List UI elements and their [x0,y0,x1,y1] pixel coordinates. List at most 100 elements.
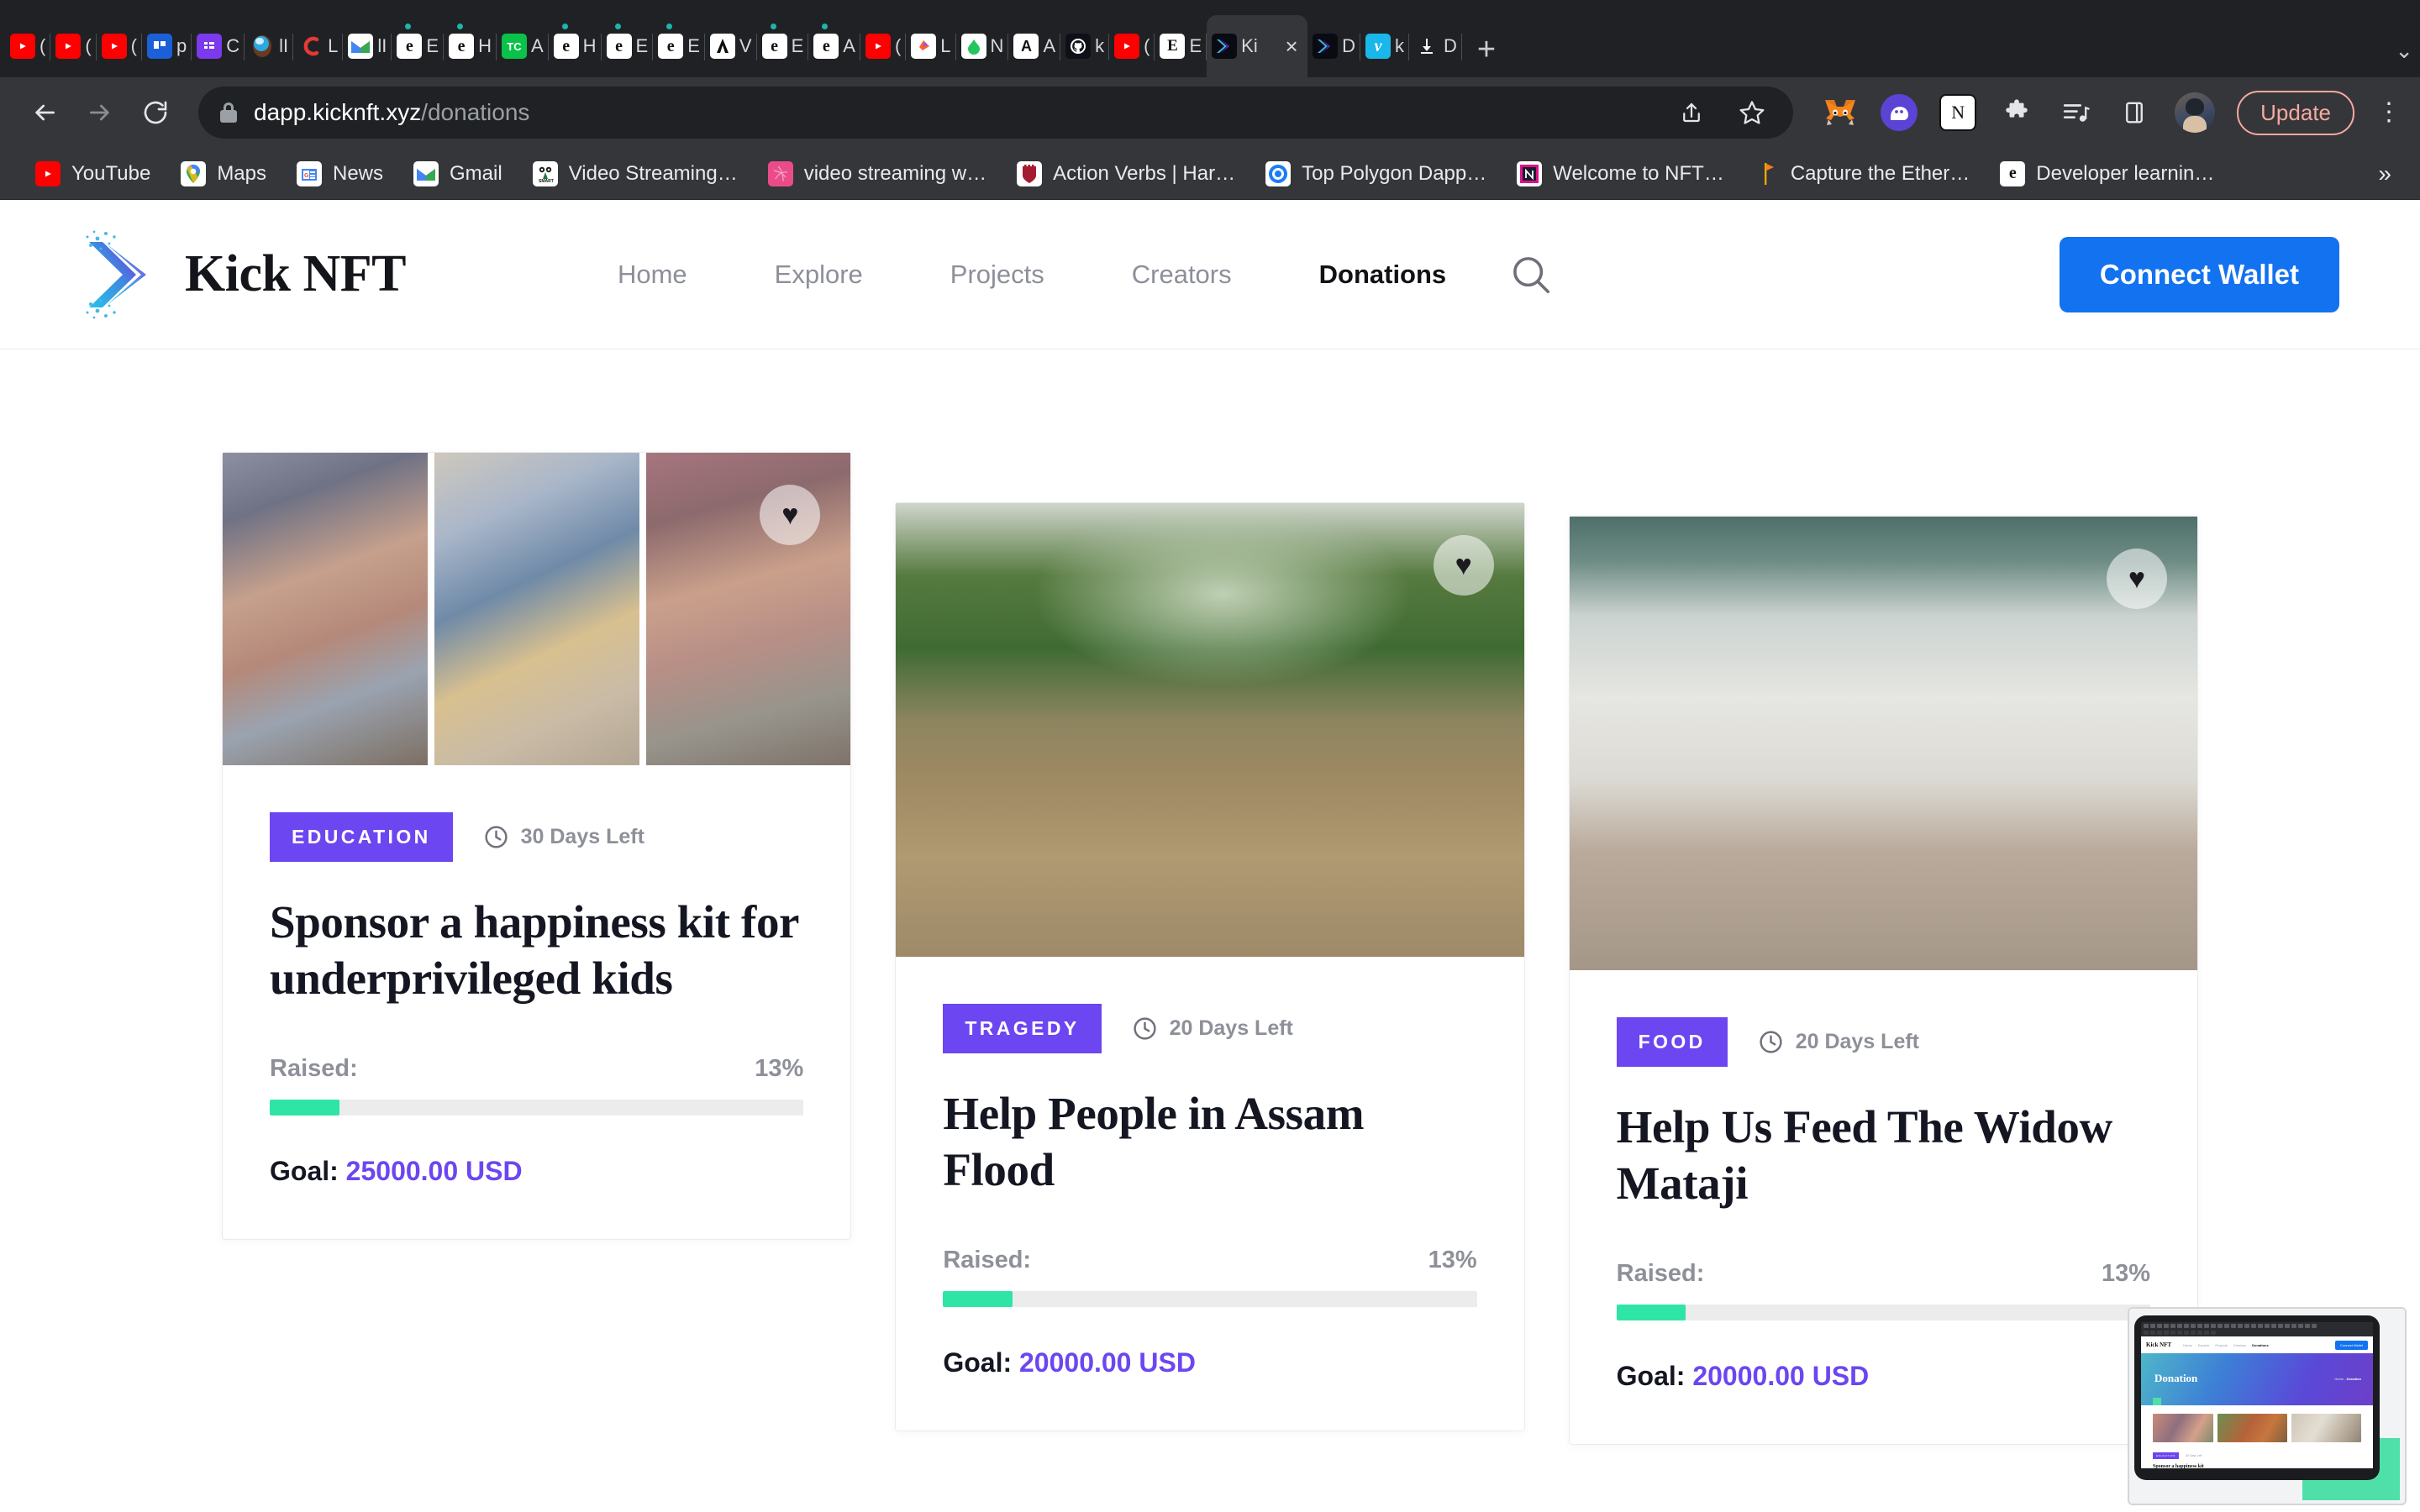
search-icon[interactable] [1508,252,1554,297]
pip-connect-wallet-button: Connect Wallet [2335,1340,2368,1350]
address-bar[interactable]: dapp.kicknft.xyz/donations [198,87,1794,139]
donation-card[interactable]: ♥ EDUCATION 30 Days Left Sponsor a happines… [222,452,852,1241]
site-logo[interactable]: Kick NFT [81,228,406,321]
browser-tab[interactable]: V [705,15,757,77]
bookmark-item[interactable]: Capture the Ether… [1739,161,1985,186]
browser-tab[interactable]: eH [444,15,497,77]
bookmark-item[interactable]: Action Verbs | Har… [1002,160,1250,186]
bookmark-item[interactable]: YouTube [20,160,166,186]
reload-icon[interactable] [129,87,182,139]
category-badge[interactable]: EDUCATION [270,812,453,862]
browser-tab[interactable]: N [956,15,1009,77]
playlist-icon[interactable] [2057,94,2094,131]
tab-title: E [426,35,439,56]
bookmark-label: Top Polygon Dapp… [1302,161,1487,185]
bookmark-item[interactable]: Top Polygon Dapp… [1250,160,1502,186]
bookmarks-overflow-icon[interactable]: » [2378,160,2400,187]
back-icon[interactable] [18,87,71,139]
browser-tab[interactable]: EE [1155,15,1207,77]
browser-tab[interactable]: C [192,15,245,77]
card-title[interactable]: Help Us Feed The Widow Mataji [1617,1099,2150,1211]
browser-menu-icon[interactable]: ⋮ [2376,100,2402,125]
browser-tab[interactable]: ( [50,15,97,77]
browser-tab[interactable]: eE [602,15,654,77]
category-badge[interactable]: TRAGEDY [943,1004,1102,1053]
metamask-icon[interactable] [1822,94,1859,131]
nav-link-creators[interactable]: Creators [1088,260,1276,290]
browser-tab[interactable]: eE [757,15,809,77]
card-body: FOOD 20 Days Left Help Us Feed The Widow M… [1570,970,2197,1444]
browser-tab[interactable]: ( [860,15,907,77]
pip-breadcrumb-separator: - [2344,1377,2346,1381]
donation-card[interactable]: ♥ TRAGEDY 20 Days Left Help People in Assam… [895,502,1525,1432]
ethereum-icon: e [397,34,423,59]
browser-tab[interactable]: L [293,15,344,77]
browser-tab[interactable]: vk [1360,15,1410,77]
tab-title: A [843,35,855,56]
browser-tab[interactable]: ( [1109,15,1155,77]
polygon-icon [1265,160,1292,186]
browser-tab[interactable]: D [1409,15,1462,77]
bookmark-item[interactable]: G News [281,160,398,186]
extensions-puzzle-icon[interactable] [1998,94,2035,131]
bookmark-item[interactable]: e Developer learnin… [1985,160,2229,186]
update-button[interactable]: Update [2237,90,2354,135]
browser-tab[interactable]: lI [343,15,392,77]
ethereum-icon: e [449,34,475,59]
bookmark-item[interactable]: Gmail [398,160,518,186]
card-meta-row: TRAGEDY 20 Days Left [943,1004,1476,1053]
phantom-icon[interactable] [1881,94,1918,131]
browser-tab[interactable]: eE [392,15,444,77]
share-icon[interactable] [1672,93,1711,132]
browser-tab[interactable]: ( [97,15,142,77]
browser-tab[interactable]: AA [1008,15,1060,77]
browser-tab-active[interactable]: Ki × [1207,15,1308,77]
heart-icon[interactable]: ♥ [760,485,821,545]
browser-tab[interactable]: TC A [497,15,549,77]
heart-icon[interactable]: ♥ [1433,535,1494,596]
dribbble-icon [767,160,793,186]
nav-link-home[interactable]: Home [574,260,731,290]
browser-tab[interactable]: lI [245,15,294,77]
browser-tab[interactable]: eA [808,15,860,77]
nav-link-donations[interactable]: Donations [1276,260,1491,290]
browser-tab[interactable]: p [142,15,192,77]
bookmark-item[interactable]: video streaming w… [753,160,1002,186]
bookmark-item[interactable]: Welcome to NFT… [1502,160,1739,186]
heart-icon[interactable]: ♥ [2106,549,2167,609]
browser-tab[interactable]: D [1307,15,1360,77]
tab-loading-dot [822,24,829,29]
bookmark-item[interactable]: SMART Video Streaming… [518,160,753,186]
picture-in-picture-overlay[interactable]: Kick NFT Home Explore Projects Creators Dona… [2128,1307,2407,1505]
svg-text:G: G [304,173,309,179]
bookmark-item[interactable]: Maps [166,160,281,186]
pip-laptop-mockup: Kick NFT Home Explore Projects Creators Dona… [2134,1315,2380,1480]
browser-tab[interactable]: L [906,15,956,77]
tab-list-menu-button[interactable]: ⌄ [2395,38,2413,77]
airbnb-icon: A [1013,34,1039,59]
category-badge[interactable]: FOOD [1616,1017,1728,1067]
nav-link-projects[interactable]: Projects [907,260,1088,290]
browser-tab[interactable]: eE [653,15,705,77]
new-tab-button[interactable]: + [1462,34,1511,77]
bookmark-star-icon[interactable] [1733,93,1771,132]
browser-tab[interactable]: ( [5,15,51,77]
ethereum-icon: e [813,34,839,59]
nav-link-explore[interactable]: Explore [731,260,907,290]
tab-title: D [1444,35,1457,56]
notion-icon[interactable]: N [1939,94,1977,131]
side-panel-icon[interactable] [2116,94,2153,131]
connect-wallet-button[interactable]: Connect Wallet [2059,236,2339,312]
card-image: ♥ [896,503,1524,957]
profile-avatar[interactable] [2175,92,2216,133]
card-title[interactable]: Sponsor a happiness kit for underprivile… [270,894,803,1006]
browser-tab[interactable]: eH [549,15,602,77]
lock-icon [220,102,237,123]
ethereum-icon: e [761,34,787,59]
ethereum-icon: e [2000,160,2026,186]
forward-icon[interactable] [74,87,126,139]
close-icon[interactable]: × [1281,35,1302,57]
donation-card[interactable]: ♥ FOOD 20 Days Left Help Us Feed The Widow … [1568,516,2198,1446]
card-title[interactable]: Help People in Assam Flood [943,1085,1476,1198]
browser-tab[interactable]: k [1060,15,1110,77]
